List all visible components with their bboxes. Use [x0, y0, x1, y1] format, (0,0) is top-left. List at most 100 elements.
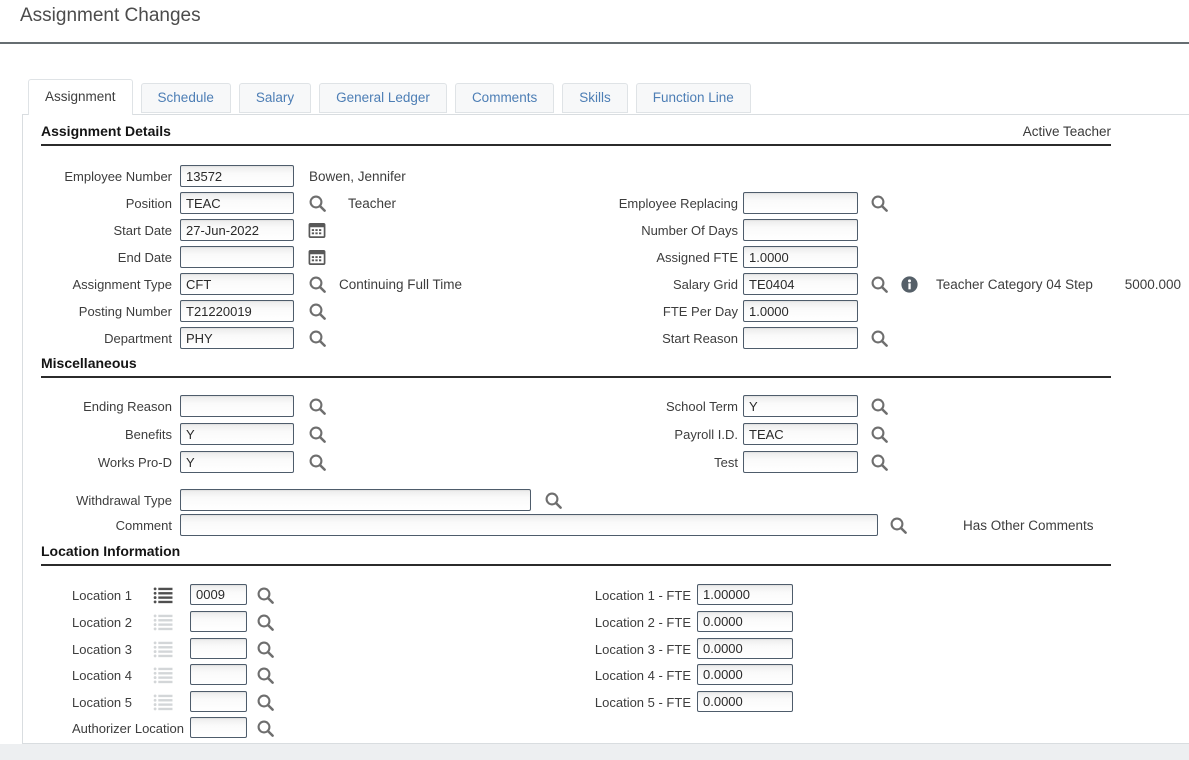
- employee-name-text: Bowen, Jennifer: [309, 169, 406, 184]
- list-icon: [153, 694, 174, 711]
- field-row: Works Pro-D Test: [23, 451, 1189, 473]
- benefits-input[interactable]: [180, 423, 294, 445]
- comment-label: Comment: [23, 518, 172, 533]
- location-5-fte-input[interactable]: [697, 691, 793, 712]
- department-label: Department: [23, 331, 172, 346]
- location-3-input[interactable]: [190, 638, 247, 659]
- search-icon[interactable]: [308, 453, 326, 471]
- test-input[interactable]: [743, 451, 858, 473]
- employee-replacing-label: Employee Replacing: [438, 196, 738, 211]
- location-4-fte-input[interactable]: [697, 664, 793, 685]
- posting-number-label: Posting Number: [23, 304, 172, 319]
- payroll-id-input[interactable]: [743, 423, 858, 445]
- employee-number-input[interactable]: [180, 165, 294, 187]
- location-4-input[interactable]: [190, 664, 247, 685]
- search-icon[interactable]: [256, 693, 274, 711]
- comment-input[interactable]: [180, 514, 878, 536]
- assignment-type-input[interactable]: [180, 273, 294, 295]
- tab-comments[interactable]: Comments: [455, 83, 554, 113]
- employee-replacing-input[interactable]: [743, 192, 858, 214]
- search-icon[interactable]: [256, 719, 274, 737]
- search-icon[interactable]: [544, 491, 562, 509]
- location-5-fte-label: Location 5 - FTE: [423, 695, 691, 710]
- field-row: Comment Has Other Comments: [23, 514, 1189, 536]
- works-pro-d-input[interactable]: [180, 451, 294, 473]
- field-row: Location 4 Location 4 - FTE: [23, 664, 1189, 686]
- location-1-fte-label: Location 1 - FTE: [423, 588, 691, 603]
- list-icon: [153, 667, 174, 684]
- list-icon[interactable]: [153, 587, 174, 604]
- start-reason-input[interactable]: [743, 327, 858, 349]
- assigned-fte-input[interactable]: [743, 246, 858, 268]
- field-row: Department Start Reason: [23, 327, 1189, 349]
- tab-salary[interactable]: Salary: [239, 83, 311, 113]
- field-row: Location 1 Location 1 - FTE: [23, 584, 1189, 606]
- location-1-fte-input[interactable]: [697, 584, 793, 605]
- start-date-input[interactable]: [180, 219, 294, 241]
- position-input[interactable]: [180, 192, 294, 214]
- search-icon[interactable]: [256, 586, 274, 604]
- school-term-label: School Term: [438, 399, 738, 414]
- tab-skills[interactable]: Skills: [562, 83, 628, 113]
- section-title: Miscellaneous: [41, 355, 137, 371]
- section-assignment-details: Assignment Details Active Teacher: [41, 123, 1111, 146]
- start-date-label: Start Date: [23, 223, 172, 238]
- posting-number-input[interactable]: [180, 300, 294, 322]
- field-row: Assignment Type Continuing Full Time Sal…: [23, 273, 1189, 295]
- withdrawal-type-input[interactable]: [180, 489, 531, 511]
- assignment-panel: Assignment Details Active Teacher Employ…: [22, 114, 1189, 744]
- ending-reason-input[interactable]: [180, 395, 294, 417]
- location-4-fte-label: Location 4 - FTE: [423, 668, 691, 683]
- position-desc: Teacher: [348, 196, 396, 211]
- end-date-input[interactable]: [180, 246, 294, 268]
- field-row: Ending Reason School Term: [23, 395, 1189, 417]
- search-icon[interactable]: [308, 194, 326, 212]
- tab-schedule[interactable]: Schedule: [141, 83, 231, 113]
- search-icon[interactable]: [870, 397, 888, 415]
- calendar-icon[interactable]: [308, 221, 326, 239]
- location-2-fte-label: Location 2 - FTE: [423, 615, 691, 630]
- field-row: Employee Number Bowen, Jennifer: [23, 165, 1189, 187]
- info-icon[interactable]: [901, 276, 918, 293]
- field-row: Start Date Number Of Days: [23, 219, 1189, 241]
- tab-assignment[interactable]: Assignment: [28, 79, 133, 115]
- status-badge: Active Teacher: [1023, 124, 1111, 139]
- number-of-days-label: Number Of Days: [438, 223, 738, 238]
- salary-grid-input[interactable]: [743, 273, 858, 295]
- withdrawal-type-label: Withdrawal Type: [23, 493, 172, 508]
- search-icon[interactable]: [308, 302, 326, 320]
- search-icon[interactable]: [870, 194, 888, 212]
- list-icon: [153, 614, 174, 631]
- calendar-icon[interactable]: [308, 248, 326, 266]
- search-icon[interactable]: [889, 516, 907, 534]
- department-input[interactable]: [180, 327, 294, 349]
- search-icon[interactable]: [870, 329, 888, 347]
- search-icon[interactable]: [308, 275, 326, 293]
- location-3-label: Location 3: [23, 642, 132, 657]
- search-icon[interactable]: [256, 640, 274, 658]
- location-3-fte-input[interactable]: [697, 638, 793, 659]
- location-2-label: Location 2: [23, 615, 132, 630]
- location-1-input[interactable]: [190, 584, 247, 605]
- search-icon[interactable]: [256, 666, 274, 684]
- tab-general-ledger[interactable]: General Ledger: [319, 83, 447, 113]
- authorizer-location-input[interactable]: [190, 717, 247, 738]
- search-icon[interactable]: [870, 453, 888, 471]
- search-icon[interactable]: [308, 425, 326, 443]
- section-miscellaneous: Miscellaneous: [41, 355, 1111, 378]
- field-row: Withdrawal Type: [23, 489, 1189, 511]
- location-2-fte-input[interactable]: [697, 611, 793, 632]
- search-icon[interactable]: [308, 329, 326, 347]
- salary-grid-label: Salary Grid: [438, 277, 738, 292]
- search-icon[interactable]: [256, 613, 274, 631]
- search-icon[interactable]: [308, 397, 326, 415]
- fte-per-day-input[interactable]: [743, 300, 858, 322]
- location-2-input[interactable]: [190, 611, 247, 632]
- search-icon[interactable]: [870, 425, 888, 443]
- authorizer-location-label: Authorizer Location: [23, 721, 184, 736]
- school-term-input[interactable]: [743, 395, 858, 417]
- number-of-days-input[interactable]: [743, 219, 858, 241]
- tab-function-line[interactable]: Function Line: [636, 83, 751, 113]
- location-5-input[interactable]: [190, 691, 247, 712]
- search-icon[interactable]: [870, 275, 888, 293]
